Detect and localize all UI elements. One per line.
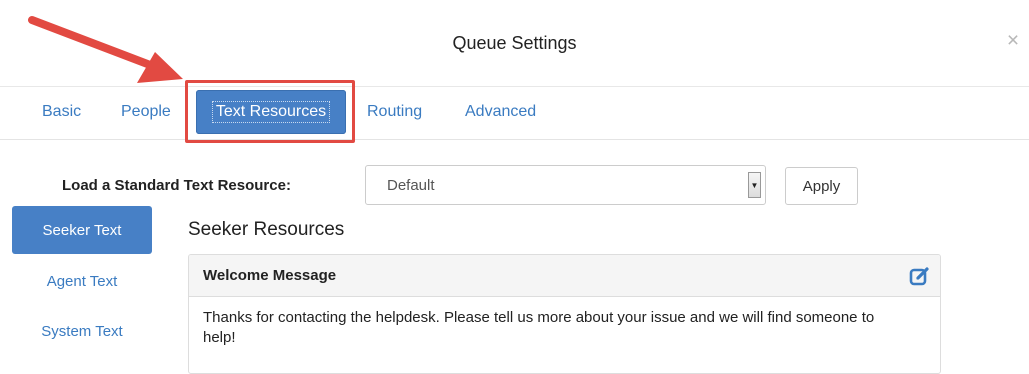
sidebar-item-agent-text[interactable]: Agent Text (12, 257, 152, 305)
tab-advanced[interactable]: Advanced (465, 103, 536, 121)
section-title: Seeker Resources (188, 219, 345, 240)
tab-text-resources-label: Text Resources (211, 101, 331, 123)
queue-settings-dialog: Queue Settings × Basic People Text Resou… (0, 0, 1029, 374)
load-standard-label: Load a Standard Text Resource: (62, 177, 291, 194)
tab-text-resources[interactable]: Text Resources (196, 90, 346, 134)
welcome-message-panel: Welcome Message Thanks for contacting th… (188, 254, 941, 374)
close-icon[interactable]: × (1003, 30, 1023, 52)
panel-body-text: Thanks for contacting the helpdesk. Plea… (203, 309, 875, 346)
tab-people[interactable]: People (121, 103, 171, 121)
panel-title: Welcome Message (203, 267, 337, 284)
edit-icon[interactable] (908, 264, 932, 288)
sidebar-item-seeker-text[interactable]: Seeker Text (12, 206, 152, 254)
arrow-annotation (28, 16, 183, 83)
tab-basic[interactable]: Basic (42, 103, 81, 121)
apply-button[interactable]: Apply (785, 167, 858, 205)
sidebar-item-system-text[interactable]: System Text (12, 307, 152, 355)
chevron-down-icon[interactable]: ▼ (748, 172, 761, 198)
panel-heading: Welcome Message (189, 255, 940, 297)
tab-routing[interactable]: Routing (367, 103, 422, 121)
tabs-divider (0, 139, 1029, 140)
standard-resource-select[interactable]: Default ▼ (365, 165, 766, 205)
standard-resource-selected: Default (387, 177, 435, 194)
